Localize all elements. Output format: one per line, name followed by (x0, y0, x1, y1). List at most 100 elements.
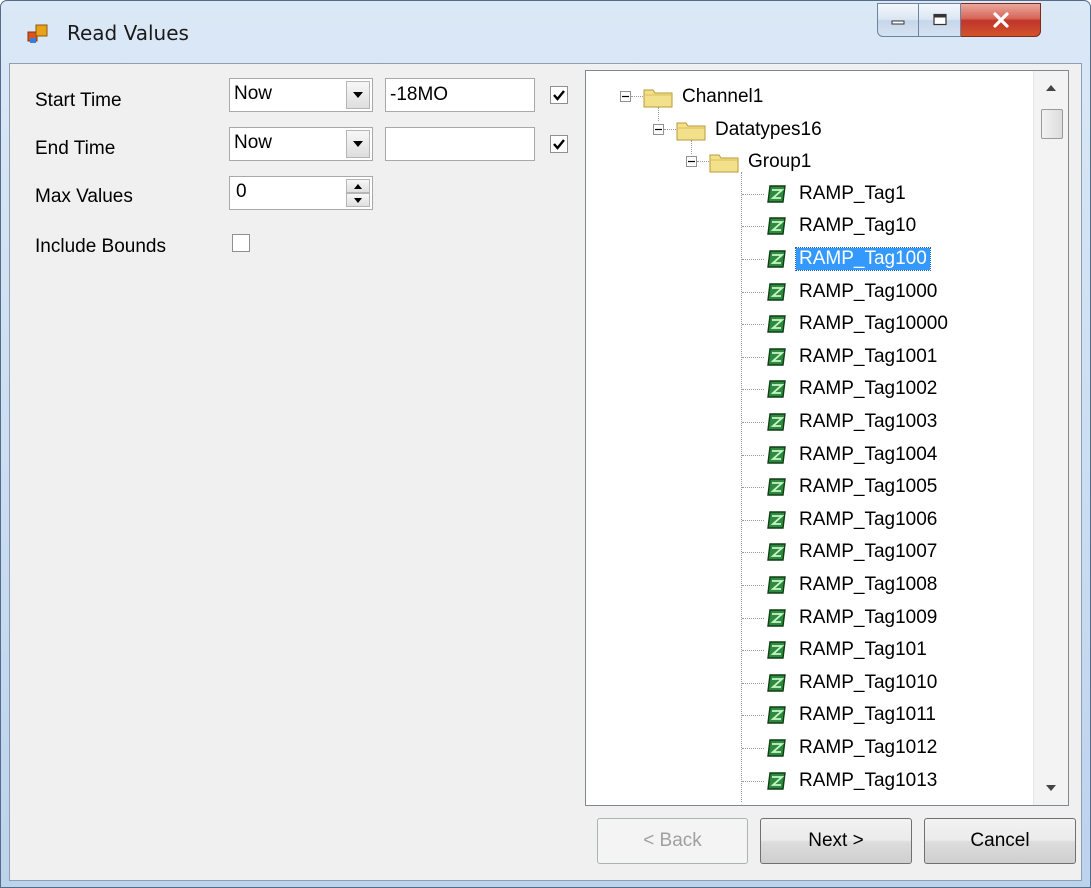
tree-node-label: RAMP_Tag10000 (799, 313, 948, 335)
tree-node-label: RAMP_Tag101 (799, 639, 927, 661)
scroll-down-button[interactable] (1034, 771, 1068, 805)
stepper-arrows (346, 179, 370, 207)
close-icon (992, 12, 1009, 28)
tree-connector-line (742, 487, 764, 489)
tree-node-tag[interactable]: RAMP_Tag1013 (766, 767, 940, 795)
end-time-dropdown-button[interactable] (346, 130, 370, 158)
tree-node-group[interactable]: Group1 (709, 148, 814, 176)
tag-icon (767, 445, 786, 464)
tree-connector-line (742, 780, 764, 782)
tree-node-tag[interactable]: RAMP_Tag1007 (766, 538, 940, 566)
tree-node-tag[interactable]: RAMP_Tag1010 (766, 669, 940, 697)
tree-node-tag[interactable]: RAMP_Tag10000 (766, 310, 951, 338)
tree-node-label: RAMP_Tag100 (795, 247, 931, 271)
end-time-label: End Time (35, 138, 116, 159)
end-time-combo[interactable]: Now (229, 127, 373, 161)
next-button[interactable]: Next > (760, 818, 912, 864)
title-bar[interactable]: Read Values (1, 1, 1090, 63)
tree-connector-line (742, 259, 764, 260)
tree-node-label: Group1 (748, 151, 812, 173)
maximize-button[interactable] (919, 3, 961, 37)
tree-connector-line (742, 291, 764, 293)
tag-icon (767, 250, 786, 268)
tree-node-tag[interactable]: RAMP_Tag100 (766, 245, 931, 273)
collapse-icon[interactable] (653, 123, 664, 135)
start-time-combo-value: Now (234, 83, 273, 104)
start-time-offset-field[interactable] (385, 78, 535, 112)
tree-node-tag[interactable]: RAMP_Tag101 (766, 636, 930, 664)
minimize-button[interactable] (877, 3, 919, 37)
tag-tree-view[interactable]: Channel1 Datatypes16 Group1 RAMP_Tag1 RAMP_T… (585, 70, 1069, 806)
tree-node-tag[interactable]: RAMP_Tag1012 (766, 734, 940, 762)
tag-icon (767, 380, 786, 399)
tree-connector-line (658, 107, 659, 121)
tree-node-tag[interactable]: RAMP_Tag1004 (766, 441, 940, 469)
tag-icon (767, 282, 786, 301)
end-time-offset-field[interactable] (385, 127, 535, 161)
cancel-button[interactable]: Cancel (924, 818, 1076, 864)
tree-node-label: Datatypes16 (715, 118, 822, 140)
tag-icon (767, 771, 786, 790)
tree-connector-line (742, 193, 764, 195)
tree-node-tag[interactable]: RAMP_Tag1 (766, 180, 909, 208)
tree-node-label: RAMP_Tag1001 (799, 345, 938, 367)
tree-node-label: RAMP_Tag1009 (799, 606, 938, 628)
tree-node-device[interactable]: Datatypes16 (676, 116, 825, 144)
folder-icon (676, 122, 706, 141)
tree-node-tag[interactable]: RAMP_Tag1009 (766, 604, 940, 632)
tree-node-tag[interactable]: RAMP_Tag1006 (766, 506, 940, 534)
start-time-checkbox[interactable] (550, 86, 568, 104)
tag-icon (767, 739, 786, 757)
max-values-label: Max Values (35, 186, 133, 207)
chevron-down-icon (1046, 785, 1056, 791)
tree-node-tag[interactable]: RAMP_Tag1001 (766, 343, 940, 371)
end-time-checkbox[interactable] (550, 135, 568, 153)
tree-node-label: RAMP_Tag1003 (799, 411, 938, 432)
start-time-label: Start Time (35, 90, 122, 111)
tree-node-label: RAMP_Tag1007 (799, 541, 938, 563)
tag-icon (767, 348, 786, 366)
tag-icon (767, 478, 786, 496)
tree-node-channel[interactable]: Channel1 (643, 83, 766, 111)
tree-node-tag[interactable]: RAMP_Tag1000 (766, 278, 940, 306)
start-time-offset-input[interactable] (386, 79, 534, 111)
collapse-icon[interactable] (620, 91, 631, 102)
tree-connector-line (742, 454, 764, 456)
tree-node-tag[interactable]: RAMP_Tag1005 (766, 473, 940, 501)
tree-connector-line (631, 96, 643, 97)
tree-connector-line (742, 650, 764, 652)
close-button[interactable] (961, 3, 1041, 37)
scroll-thumb[interactable] (1041, 109, 1063, 139)
tag-icon (767, 543, 786, 562)
stepper-down-button[interactable] (346, 193, 370, 207)
stepper-up-button[interactable] (346, 179, 370, 193)
max-values-stepper[interactable]: 0 (229, 176, 373, 210)
tree-node-tag[interactable]: RAMP_Tag1008 (766, 571, 940, 599)
tree-node-tag[interactable]: RAMP_Tag10 (766, 212, 919, 240)
scroll-up-button[interactable] (1034, 71, 1068, 105)
tree-connector-line (742, 356, 764, 358)
tree-connector-line (664, 128, 676, 130)
max-values-value: 0 (236, 181, 247, 202)
collapse-icon[interactable] (686, 156, 697, 168)
tag-icon (767, 641, 786, 659)
tree-node-label: RAMP_Tag1012 (799, 737, 938, 758)
end-time-offset-input[interactable] (386, 128, 534, 160)
tree-node-tag[interactable]: RAMP_Tag1003 (766, 408, 940, 436)
tree-node-tag[interactable]: RAMP_Tag1002 (766, 375, 940, 403)
dialog-body: Start Time Now End Time Now Max Va (9, 63, 1082, 881)
tag-icon (767, 608, 786, 627)
tree-connector-line (742, 715, 764, 717)
app-icon (27, 24, 48, 43)
back-button[interactable]: < Back (597, 818, 748, 864)
tag-icon (767, 576, 786, 594)
tree-node-tag[interactable]: RAMP_Tag1011 (766, 701, 939, 729)
chevron-up-icon (1046, 85, 1056, 91)
chevron-up-icon (354, 183, 362, 189)
chevron-down-icon (354, 197, 362, 203)
start-time-combo[interactable]: Now (229, 78, 373, 112)
include-bounds-checkbox[interactable] (232, 234, 250, 252)
end-time-combo-value: Now (234, 132, 273, 153)
vertical-scrollbar[interactable] (1033, 71, 1068, 805)
start-time-dropdown-button[interactable] (346, 81, 370, 109)
